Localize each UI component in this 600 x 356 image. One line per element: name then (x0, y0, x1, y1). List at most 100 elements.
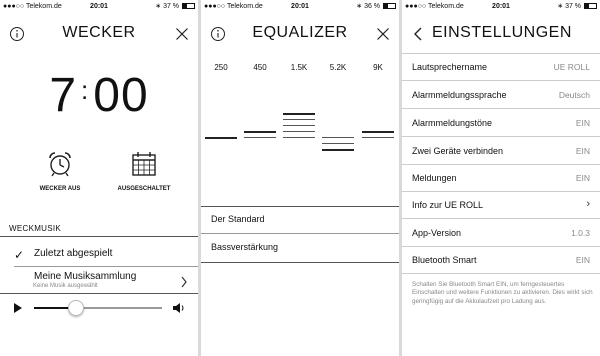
battery-status: ∗ 36 % (356, 0, 396, 14)
alarm-clock-icon (49, 152, 71, 177)
speaker-icon (173, 303, 184, 313)
eq-level-bar[interactable] (283, 113, 315, 115)
eq-level-bar[interactable] (322, 149, 354, 151)
eq-level-bar[interactable] (205, 137, 237, 139)
bluetooth-icon: ∗ (356, 3, 363, 10)
settings-row-label: Alarmmeldungssprache (412, 90, 507, 100)
volume-slider[interactable] (34, 300, 162, 316)
section-header: WECKMUSIK (9, 224, 62, 233)
settings-row-label: Info zur UE ROLL (412, 200, 484, 210)
settings-row-value: UE ROLL (553, 62, 590, 72)
divider (0, 236, 198, 237)
divider (201, 233, 399, 234)
bluetooth-icon: ∗ (155, 3, 162, 10)
settings-row-label: Bluetooth Smart (412, 255, 477, 265)
eq-band-label: 1.5K (290, 63, 308, 72)
eq-level-bar[interactable] (322, 137, 354, 138)
settings-row-label: Lautsprechername (412, 62, 488, 72)
settings-screen: ●●●○○ Telekom.de 20:01 ∗ 37 % EINSTELLUN… (402, 0, 600, 356)
eq-level-bar[interactable] (362, 131, 394, 133)
page-title: EINSTELLUNGEN (432, 24, 572, 41)
battery-icon (584, 3, 597, 9)
settings-row-notifications[interactable]: Meldungen EIN (402, 165, 600, 192)
navbar: EQUALIZER (201, 18, 399, 48)
volume-slider-knob[interactable] (68, 300, 85, 316)
settings-row-alarm-tones[interactable]: Alarmmeldungstöne EIN (402, 110, 600, 137)
settings-row-dual-device[interactable]: Zwei Geräte verbinden EIN (402, 138, 600, 165)
option-music-library[interactable]: Meine Musiksammlung (34, 271, 136, 282)
eq-level-bar[interactable] (244, 137, 276, 138)
battery-percent: 37 % (163, 3, 180, 10)
battery-percent: 36 % (364, 3, 381, 10)
alarm-off-label: WECKER AUS (39, 186, 81, 192)
chevron-right-icon: › (586, 198, 590, 210)
wecker-screen: ●●●○○ Telekom.de 20:01 ∗ 37 % WECKER 7:0… (0, 0, 198, 356)
battery-status: ∗ 37 % (557, 0, 597, 14)
settings-row-label: Meldungen (412, 173, 457, 183)
eq-level-bar[interactable] (362, 137, 394, 138)
back-chevron-icon[interactable] (411, 26, 427, 42)
eq-level-bar[interactable] (283, 137, 315, 138)
bluetooth-icon: ∗ (557, 3, 564, 10)
settings-row-bluetooth-smart[interactable]: Bluetooth Smart EIN (402, 247, 600, 274)
settings-row-speaker-name[interactable]: Lautsprechername UE ROLL (402, 54, 600, 81)
bluetooth-smart-footnote: Schalten Sie Bluetooth Smart EIN, um fer… (412, 281, 593, 305)
check-icon: ✓ (14, 248, 25, 262)
battery-icon (383, 3, 396, 9)
eq-band-label: 450 (253, 63, 267, 72)
status-bar: ●●●○○ Telekom.de 20:01 ∗ 36 % (201, 0, 399, 14)
eq-level-bar[interactable] (322, 143, 354, 144)
alarm-time-separator: : (81, 75, 90, 105)
chevron-right-icon[interactable] (180, 276, 188, 288)
eq-band-label: 250 (214, 63, 228, 72)
divider (201, 206, 399, 207)
navbar: EINSTELLUNGEN (402, 18, 600, 48)
alarm-time[interactable]: 7:00 (0, 68, 198, 123)
settings-row-alarm-language[interactable]: Alarmmeldungssprache Deutsch (402, 82, 600, 109)
option-music-library-sub: Keine Musik ausgewählt (33, 283, 98, 289)
close-icon[interactable] (174, 26, 190, 42)
alarm-minutes[interactable]: 00 (93, 69, 148, 122)
settings-row-value: EIN (575, 255, 590, 265)
settings-row-info[interactable]: Info zur UE ROLL › (402, 192, 600, 219)
divider (201, 262, 399, 263)
status-bar: ●●●○○ Telekom.de 20:01 ∗ 37 % (0, 0, 198, 14)
play-icon[interactable] (13, 302, 23, 314)
page-title: EQUALIZER (252, 24, 348, 41)
settings-row-value: EIN (575, 173, 590, 183)
eq-level-bar[interactable] (283, 131, 315, 132)
equalizer-screen: ●●●○○ Telekom.de 20:01 ∗ 36 % EQUALIZER … (201, 0, 399, 356)
schedule-label: AUSGESCHALTET (117, 186, 171, 192)
eq-band-label: 9K (373, 63, 383, 72)
option-last-played[interactable]: Zuletzt abgespielt (34, 248, 112, 259)
divider (0, 293, 198, 294)
eq-level-bar[interactable] (283, 125, 315, 126)
calendar-icon (132, 152, 156, 176)
close-icon[interactable] (375, 26, 391, 42)
settings-row-label: App-Version (412, 228, 462, 238)
divider (14, 266, 198, 267)
alarm-off-button[interactable]: WECKER AUS (20, 150, 100, 192)
preset-bass-boost[interactable]: Bassverstärkung (211, 242, 278, 252)
navbar: WECKER (0, 18, 198, 48)
settings-row-label: Alarmmeldungstöne (412, 118, 493, 128)
settings-row-app-version: App-Version 1.0.3 (402, 220, 600, 247)
battery-status: ∗ 37 % (155, 0, 195, 14)
settings-row-value: EIN (575, 118, 590, 128)
info-icon[interactable] (9, 26, 25, 42)
settings-row-label: Zwei Geräte verbinden (412, 146, 504, 156)
page-title: WECKER (62, 24, 136, 41)
settings-row-value: 1.0.3 (571, 228, 590, 238)
settings-row-value: Deutsch (558, 90, 590, 100)
info-icon[interactable] (210, 26, 226, 42)
battery-icon (182, 3, 195, 9)
preset-standard[interactable]: Der Standard (211, 214, 265, 224)
eq-level-bar[interactable] (283, 119, 315, 120)
battery-percent: 37 % (565, 3, 582, 10)
eq-level-bar[interactable] (244, 131, 276, 133)
schedule-button[interactable]: AUSGESCHALTET (104, 150, 184, 192)
settings-row-value: EIN (575, 146, 590, 156)
eq-band-label: 5.2K (329, 63, 347, 72)
alarm-hours[interactable]: 7 (49, 69, 77, 122)
status-bar: ●●●○○ Telekom.de 20:01 ∗ 37 % (402, 0, 600, 14)
